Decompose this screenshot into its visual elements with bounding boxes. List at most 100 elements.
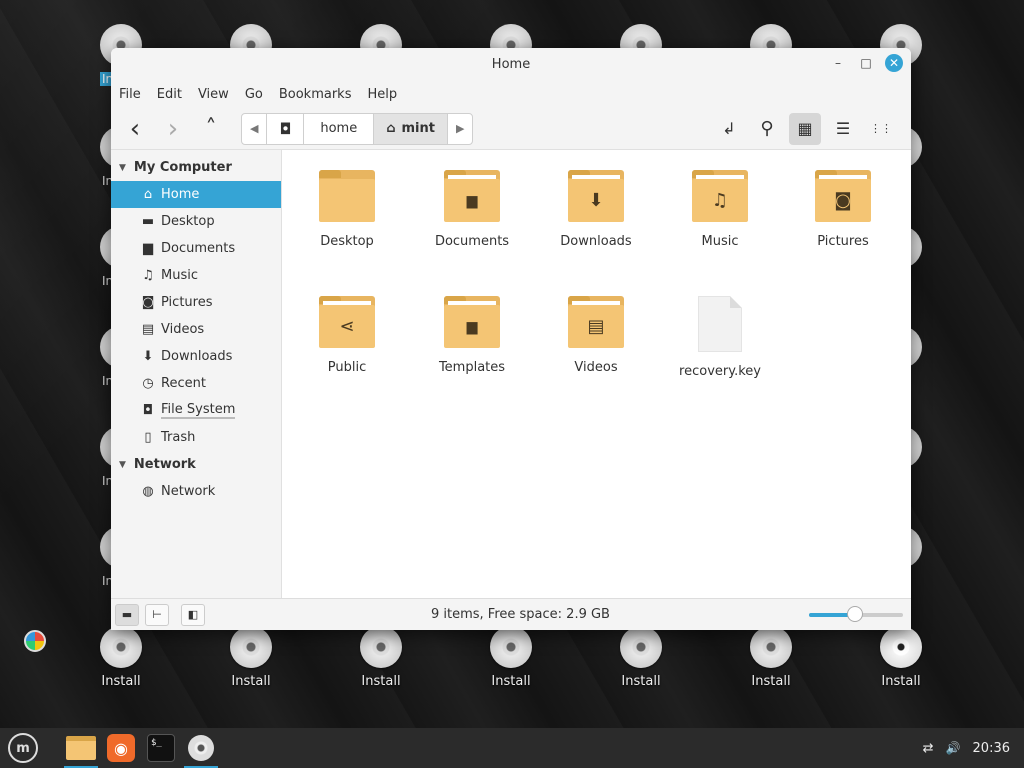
toggle-location-button[interactable]: ↲ bbox=[713, 113, 745, 145]
sidebar-item-label: Music bbox=[161, 268, 198, 283]
desktop-icon-label: Install bbox=[231, 674, 271, 689]
path-bar: ◀ ◘ home ⌂ mint ▶ bbox=[241, 112, 474, 145]
file-item-public[interactable]: ⋖ Public bbox=[297, 296, 397, 375]
list-view-button[interactable]: ☰ bbox=[827, 113, 859, 145]
file-item-videos[interactable]: ▤ Videos bbox=[546, 296, 646, 375]
path-scroll-left-button[interactable]: ◀ bbox=[242, 113, 268, 144]
sidebar-item-pictures[interactable]: ◙ Pictures bbox=[111, 289, 281, 316]
sidebar-item-music[interactable]: ♫ Music bbox=[111, 262, 281, 289]
up-button[interactable]: ˄ bbox=[195, 113, 227, 145]
network-icon[interactable]: ⇄ bbox=[923, 741, 934, 756]
minimize-button[interactable]: – bbox=[829, 54, 847, 72]
desktop-install-icon[interactable]: Install bbox=[341, 626, 421, 689]
title-bar[interactable]: Home – □ ✕ bbox=[111, 48, 911, 80]
taskbar-firefox-button[interactable]: ◉ bbox=[102, 728, 140, 768]
sidebar-item-label: Desktop bbox=[161, 214, 215, 229]
sidebar-item-recent[interactable]: ◷ Recent bbox=[111, 370, 281, 397]
show-places-button[interactable]: ▬ bbox=[115, 603, 139, 626]
pictures-folder-icon: ◙ bbox=[815, 170, 871, 222]
zoom-slider-handle[interactable] bbox=[847, 605, 864, 622]
sidebar-item-home[interactable]: ⌂ Home bbox=[111, 181, 281, 208]
desktop-install-icon[interactable]: Install bbox=[861, 626, 941, 689]
desktop-icon: ▬ bbox=[141, 214, 155, 229]
status-text: 9 items, Free space: 2.9 GB bbox=[431, 607, 610, 622]
color-ball-icon[interactable] bbox=[24, 630, 46, 652]
maximize-button[interactable]: □ bbox=[857, 54, 875, 72]
document-icon: ▆ bbox=[143, 241, 153, 256]
mint-logo-icon: m bbox=[8, 733, 38, 763]
camera-icon: ◙ bbox=[141, 295, 155, 310]
status-bar: ▬ ⊢ ◧ 9 items, Free space: 2.9 GB bbox=[111, 598, 911, 630]
disc-icon bbox=[100, 626, 142, 668]
desktop-install-icon[interactable]: Install bbox=[211, 626, 291, 689]
start-menu-button[interactable]: m bbox=[4, 728, 42, 768]
desktop-install-icon[interactable]: Install bbox=[731, 626, 811, 689]
text-file-icon bbox=[698, 296, 742, 352]
path-scroll-right-button[interactable]: ▶ bbox=[448, 114, 472, 144]
menu-help[interactable]: Help bbox=[367, 87, 397, 102]
volume-icon[interactable]: 🔊 bbox=[946, 741, 961, 755]
music-icon: ♫ bbox=[142, 268, 154, 283]
file-item-downloads[interactable]: ⬇ Downloads bbox=[546, 170, 646, 249]
taskbar-files-button[interactable] bbox=[62, 728, 100, 768]
folder-icon bbox=[66, 736, 96, 760]
sidebar-item-label: Pictures bbox=[161, 295, 213, 310]
videos-folder-icon: ▤ bbox=[568, 296, 624, 348]
compact-view-button[interactable]: ⋮⋮ bbox=[865, 113, 897, 145]
file-item-recovery-key[interactable]: recovery.key bbox=[670, 296, 770, 379]
sidebar-item-videos[interactable]: ▤ Videos bbox=[111, 316, 281, 343]
file-name: Public bbox=[327, 360, 367, 375]
forward-button[interactable]: › bbox=[157, 113, 189, 145]
path-segment-home[interactable]: home bbox=[304, 113, 375, 144]
section-title: My Computer bbox=[133, 160, 232, 175]
taskbar-terminal-button[interactable]: $_ bbox=[142, 728, 180, 768]
sidebar-item-label: Videos bbox=[161, 322, 205, 337]
path-segment-mint[interactable]: ⌂ mint bbox=[374, 113, 448, 144]
trash-icon: ▯ bbox=[144, 430, 152, 445]
sidebar-item-documents[interactable]: ▆ Documents bbox=[111, 235, 281, 262]
back-button[interactable]: ‹ bbox=[119, 113, 151, 145]
sidebar-item-downloads[interactable]: ⬇ Downloads bbox=[111, 343, 281, 370]
sidebar-section-my-computer[interactable]: ▼ My Computer bbox=[111, 154, 281, 181]
desktop-install-icon[interactable]: Install bbox=[601, 626, 681, 689]
file-item-desktop[interactable]: Desktop bbox=[297, 170, 397, 249]
show-treeview-button[interactable]: ⊢ bbox=[145, 603, 169, 626]
desktop-icon-label: Install bbox=[881, 674, 921, 689]
sidebar-item-trash[interactable]: ▯ Trash bbox=[111, 424, 281, 451]
close-button[interactable]: ✕ bbox=[885, 54, 903, 72]
file-item-music[interactable]: ♫ Music bbox=[670, 170, 770, 249]
menu-go[interactable]: Go bbox=[245, 87, 263, 102]
desktop-icon-label: Install bbox=[101, 674, 141, 689]
home-icon: ⌂ bbox=[386, 121, 396, 136]
download-icon: ⬇ bbox=[142, 349, 154, 364]
menu-edit[interactable]: Edit bbox=[157, 87, 182, 102]
file-item-templates[interactable]: ▆ Templates bbox=[422, 296, 522, 375]
sidebar-item-file-system[interactable]: ◘ File System bbox=[111, 397, 281, 424]
file-view[interactable]: Desktop ▆ Documents ⬇ Downloads ♫ Music … bbox=[282, 150, 911, 598]
menu-bookmarks[interactable]: Bookmarks bbox=[279, 87, 352, 102]
clock-icon: ◷ bbox=[142, 376, 154, 391]
disc-icon bbox=[620, 626, 662, 668]
search-button[interactable]: ⚲ bbox=[751, 113, 783, 145]
file-item-pictures[interactable]: ◙ Pictures bbox=[793, 170, 893, 249]
file-name: Desktop bbox=[320, 234, 374, 249]
taskbar-installer-button[interactable] bbox=[182, 728, 220, 768]
path-root-button[interactable]: ◘ bbox=[267, 113, 305, 144]
film-icon: ▤ bbox=[141, 322, 155, 337]
window-title: Home bbox=[491, 56, 531, 72]
hide-sidebar-button[interactable]: ◧ bbox=[181, 603, 205, 626]
file-item-documents[interactable]: ▆ Documents bbox=[422, 170, 522, 249]
sidebar-section-network[interactable]: ▼ Network bbox=[111, 451, 281, 478]
desktop-install-icon[interactable]: Install bbox=[471, 626, 551, 689]
file-name: Videos bbox=[574, 360, 618, 375]
icon-view-button[interactable]: ▦ bbox=[789, 112, 821, 145]
clock[interactable]: 20:36 bbox=[973, 741, 1010, 756]
menu-file[interactable]: File bbox=[119, 87, 141, 102]
sidebar-item-desktop[interactable]: ▬ Desktop bbox=[111, 208, 281, 235]
menu-view[interactable]: View bbox=[198, 87, 229, 102]
sidebar-item-network[interactable]: ◍ Network bbox=[111, 478, 281, 505]
desktop-install-icon[interactable]: Install bbox=[81, 626, 161, 689]
download-folder-icon: ⬇ bbox=[568, 170, 624, 222]
expander-icon: ▼ bbox=[119, 162, 126, 173]
zoom-slider[interactable] bbox=[809, 605, 903, 622]
